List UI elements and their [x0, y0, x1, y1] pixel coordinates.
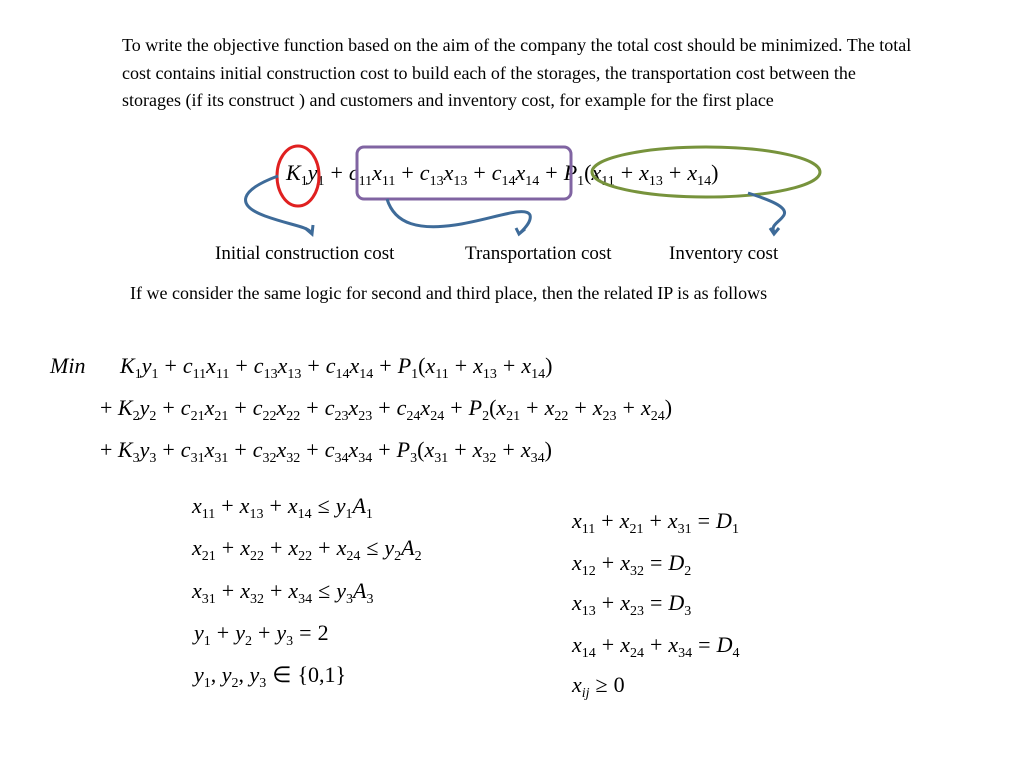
- demand-constraint-2: x12 + x32 = D2: [572, 550, 692, 579]
- construction-cost-label: Initial construction cost: [215, 243, 395, 264]
- nonnegativity-constraint: xij ≥0: [572, 672, 625, 701]
- objective-row-3: + K3y3 + c31x31 + c32x32 + c34x34 + P3(x31 + x32 + x…: [100, 437, 552, 466]
- min-keyword: Min: [50, 353, 85, 379]
- annotation-overlay: [244, 144, 822, 237]
- demand-constraint-3: x13 + x23 = D3: [572, 590, 692, 619]
- construction-arrowhead: [304, 224, 315, 237]
- inventory-ellipse: [590, 145, 822, 199]
- transportation-arrow: [385, 198, 532, 235]
- construction-circle: [275, 144, 321, 208]
- transportation-arrowhead: [514, 227, 526, 237]
- demand-constraint-4: x14 + x24 + x34 = D4: [572, 632, 740, 661]
- logic-paragraph: If we consider the same logic for second…: [130, 283, 768, 303]
- open-count-constraint: y1 + y2 + y3 = 2: [194, 620, 329, 649]
- capacity-constraint-3: x31 + x32 + x34 ≤ y3A3: [192, 578, 374, 607]
- inventory-cost-label: Inventory cost: [669, 243, 779, 264]
- demand-constraint-1: x11 + x21 + x31 = D1: [572, 508, 739, 537]
- binary-constraint: y1, y2, y3 ∈ {0,1}: [194, 662, 347, 691]
- capacity-constraint-2: x21 + x22 + x22 + x24 ≤ y2A2: [192, 535, 422, 564]
- objective-row-2: + K2y2 + c21x21 + c22x22 + c23x23 + c24x24 + P2(x2…: [100, 395, 673, 424]
- transportation-box: [355, 145, 573, 201]
- objective-row-1: K1y1 + c11x11 + c13x13 + c14x14 + P1(x11 + x13 + x14…: [120, 353, 553, 382]
- min-text: Min: [50, 353, 86, 378]
- transportation-cost-label: Transportation cost: [465, 243, 612, 264]
- capacity-constraint-1: x11 + x13 + x14 ≤ y1A1: [192, 493, 373, 522]
- inventory-arrow: [747, 191, 786, 233]
